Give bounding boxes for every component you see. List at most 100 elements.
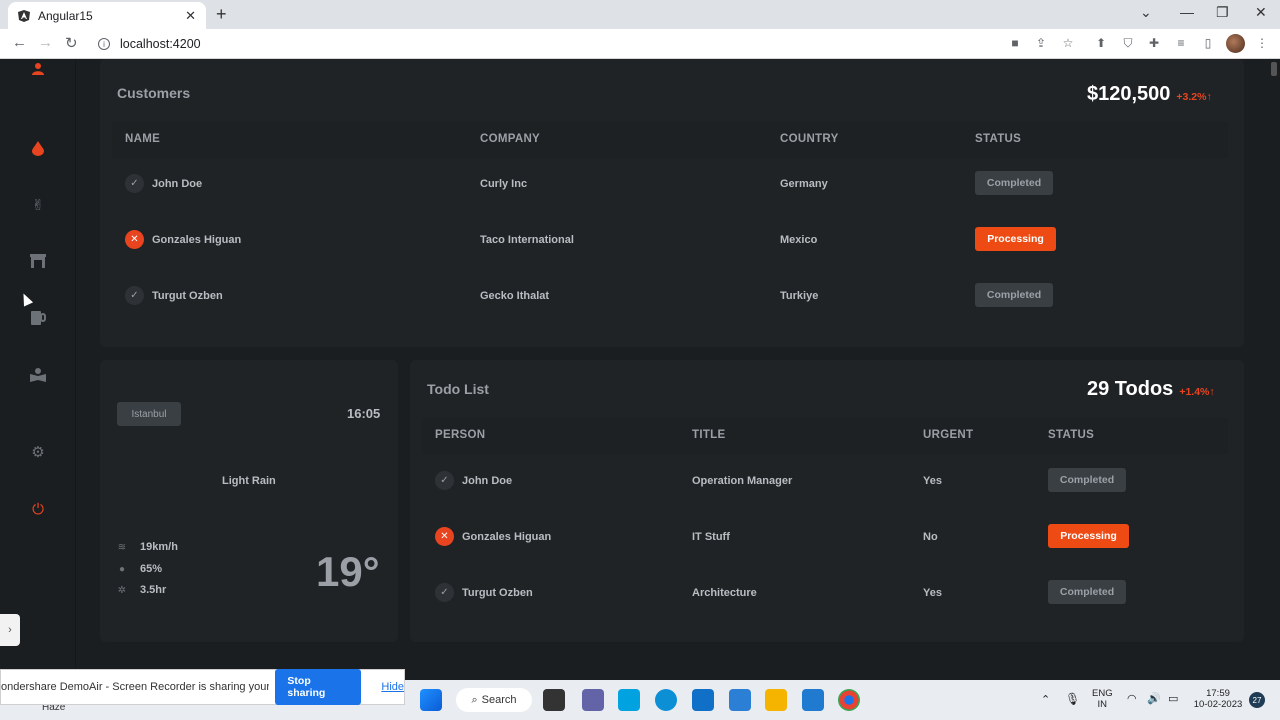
task-view-icon[interactable] bbox=[543, 689, 565, 711]
table-cell-country: Mexico bbox=[780, 234, 818, 246]
menu-dots-icon[interactable]: ⋮ bbox=[1255, 36, 1269, 50]
chevron-right-icon[interactable]: › bbox=[0, 614, 20, 646]
url-text: localhost:4200 bbox=[120, 37, 201, 51]
share-icon[interactable]: ⇪ bbox=[1034, 36, 1048, 50]
table-cell-name: Turgut Ozben bbox=[152, 290, 223, 302]
tab-title: Angular15 bbox=[38, 8, 93, 23]
table-cell-name: Gonzales Higuan bbox=[152, 234, 242, 246]
reading-list-icon[interactable]: ≡ bbox=[1174, 36, 1188, 50]
vscode-icon[interactable] bbox=[802, 689, 824, 711]
column-header-urgent: URGENT bbox=[923, 429, 974, 441]
table-cell-title: Operation Manager bbox=[692, 475, 793, 487]
weather-humidity: 65% bbox=[140, 563, 163, 575]
forward-icon[interactable]: → bbox=[38, 34, 53, 51]
notification-badge[interactable]: 27 bbox=[1249, 692, 1265, 708]
mug-icon[interactable] bbox=[28, 308, 48, 328]
hide-link[interactable]: Hide bbox=[381, 681, 404, 693]
teams-icon[interactable] bbox=[582, 689, 604, 711]
table-cell-person: John Doe bbox=[462, 475, 513, 487]
power-icon[interactable]: ⏻ bbox=[28, 499, 48, 519]
extension-recorder-icon[interactable]: ⬆ bbox=[1094, 36, 1108, 50]
table-cell-name: John Doe bbox=[152, 178, 203, 190]
plus-icon[interactable]: + bbox=[216, 4, 227, 25]
edge-icon[interactable] bbox=[655, 689, 677, 711]
profile-avatar[interactable] bbox=[1226, 34, 1245, 53]
todo-delta: +1.4%↑ bbox=[1179, 386, 1215, 398]
chrome-icon[interactable] bbox=[838, 689, 860, 711]
table-cell-company: Gecko Ithalat bbox=[480, 290, 550, 302]
status-badge[interactable]: Processing bbox=[975, 227, 1056, 251]
hand-peace-icon[interactable]: ✌ bbox=[28, 195, 48, 215]
user-icon[interactable] bbox=[28, 59, 48, 79]
status-badge[interactable]: Completed bbox=[1048, 580, 1126, 604]
table-cell-company: Curly Inc bbox=[480, 178, 528, 190]
wind-icon: ≋ bbox=[117, 541, 127, 553]
customers-card: Customers $120,500 +3.2%↑ NAME COMPANY CO… bbox=[100, 59, 1244, 347]
todo-table-header: PERSON TITLE URGENT STATUS bbox=[422, 418, 1228, 454]
reload-icon[interactable]: ↻ bbox=[65, 34, 78, 52]
store-icon[interactable] bbox=[692, 689, 714, 711]
table-cell-title: IT Stuff bbox=[692, 531, 730, 543]
wifi-icon[interactable]: ◠ bbox=[1127, 692, 1137, 705]
archway-icon[interactable] bbox=[28, 251, 48, 271]
maximize-icon[interactable]: ❐ bbox=[1216, 4, 1229, 21]
todo-title: Todo List bbox=[427, 381, 489, 397]
camera-icon[interactable]: ■ bbox=[1008, 36, 1022, 50]
status-badge[interactable]: Completed bbox=[1048, 468, 1126, 492]
close-tab-icon[interactable]: ✕ bbox=[185, 8, 196, 24]
chevron-up-icon[interactable]: ⌃ bbox=[1041, 693, 1050, 706]
status-badge[interactable]: Processing bbox=[1048, 524, 1129, 548]
customers-delta: +3.2%↑ bbox=[1176, 91, 1212, 103]
skype-icon[interactable] bbox=[618, 689, 640, 711]
side-panel-icon[interactable]: ▯ bbox=[1201, 36, 1215, 50]
column-header-title: TITLE bbox=[692, 429, 726, 441]
table-cell-urgent: Yes bbox=[923, 587, 942, 599]
stop-sharing-button[interactable]: Stop sharing bbox=[275, 669, 362, 705]
book-reader-icon[interactable] bbox=[28, 365, 48, 385]
drop-icon[interactable] bbox=[28, 138, 48, 158]
mail-icon[interactable] bbox=[729, 689, 751, 711]
column-header-status: STATUS bbox=[1048, 429, 1095, 441]
column-header-person: PERSON bbox=[435, 429, 486, 441]
check-icon: ✓ bbox=[125, 174, 144, 193]
windows-start-icon[interactable] bbox=[420, 689, 442, 711]
site-info-icon[interactable]: i bbox=[98, 38, 110, 50]
todo-total: 29 Todos +1.4%↑ bbox=[1087, 378, 1215, 400]
file-explorer-icon[interactable] bbox=[765, 689, 787, 711]
browser-tab[interactable]: Angular15 ✕ bbox=[8, 2, 206, 29]
city-button[interactable]: Istanbul bbox=[117, 402, 181, 426]
close-icon: ✕ bbox=[435, 527, 454, 546]
check-icon: ✓ bbox=[435, 471, 454, 490]
table-cell-title: Architecture bbox=[692, 587, 757, 599]
taskbar-search[interactable]: ⌕ Search bbox=[456, 688, 532, 712]
table-cell-person: Turgut Ozben bbox=[462, 587, 533, 599]
tab-search-icon[interactable]: ⌄ bbox=[1140, 4, 1152, 21]
screen-share-bar: ondershare DemoAir - Screen Recorder is … bbox=[0, 669, 405, 705]
bookmark-star-icon[interactable]: ☆ bbox=[1061, 36, 1075, 50]
taskbar-clock[interactable]: 17:59 10-02-2023 bbox=[1192, 688, 1244, 710]
puzzle-icon[interactable]: ✚ bbox=[1147, 36, 1161, 50]
extension-shield-icon[interactable]: ⛉ bbox=[1121, 36, 1135, 50]
column-header-country: COUNTRY bbox=[780, 133, 839, 145]
column-header-name: NAME bbox=[125, 133, 161, 145]
language-indicator[interactable]: ENG IN bbox=[1092, 688, 1113, 710]
column-header-status: STATUS bbox=[975, 133, 1022, 145]
battery-icon[interactable]: ▭ bbox=[1168, 692, 1178, 705]
minimize-icon[interactable]: — bbox=[1180, 4, 1194, 20]
volume-icon[interactable]: 🔊 bbox=[1147, 692, 1161, 705]
status-badge[interactable]: Completed bbox=[975, 171, 1053, 195]
gear-icon[interactable]: ⚙ bbox=[28, 442, 48, 462]
microphone-icon[interactable]: 🎙 bbox=[1065, 692, 1080, 706]
address-bar[interactable]: i localhost:4200 bbox=[90, 32, 996, 56]
table-cell-company: Taco International bbox=[480, 234, 574, 246]
drop-icon: ● bbox=[118, 563, 126, 575]
status-badge[interactable]: Completed bbox=[975, 283, 1053, 307]
table-cell-country: Germany bbox=[780, 178, 828, 190]
back-icon[interactable]: ← bbox=[12, 34, 27, 51]
close-icon: ✕ bbox=[125, 230, 144, 249]
page-scrollbar[interactable] bbox=[1271, 62, 1277, 76]
close-window-icon[interactable]: ✕ bbox=[1255, 4, 1267, 21]
search-icon: ⌕ bbox=[471, 693, 478, 706]
sidebar: ✌ ⚙ ⏻ bbox=[0, 59, 76, 680]
browser-tabstrip: Angular15 ✕ + ⌄ — ❐ ✕ bbox=[0, 0, 1280, 29]
